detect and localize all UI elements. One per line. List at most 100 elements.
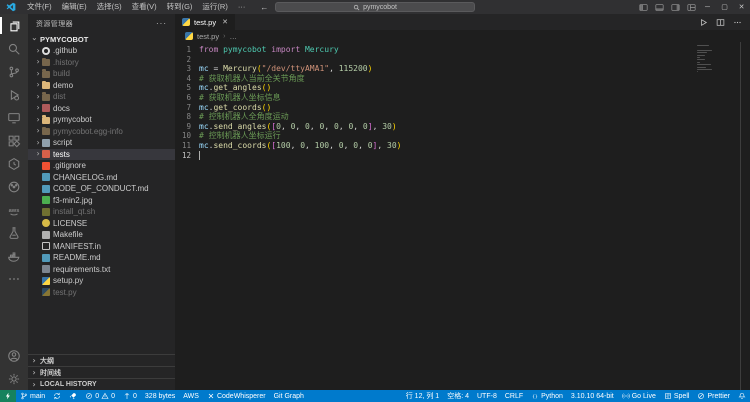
maximize-button[interactable]: ▢ bbox=[716, 0, 733, 14]
code-line-8[interactable]: 8 # 控制机器人全角度运动 bbox=[175, 112, 750, 122]
aws-status[interactable]: AWS bbox=[179, 390, 203, 402]
code-line-4[interactable]: 4 # 获取机器人当前全关节角度 bbox=[175, 74, 750, 84]
tree-folder-pymycobot.egg-info[interactable]: › pymycobot.egg-info bbox=[28, 126, 175, 138]
command-center-query: pymycobot bbox=[363, 3, 397, 11]
problems[interactable]: 00 bbox=[81, 390, 119, 402]
git-branch[interactable]: main bbox=[16, 390, 49, 402]
toggle-sidebar-icon[interactable] bbox=[635, 0, 651, 14]
codewhisperer-status[interactable]: CodeWhisperer bbox=[203, 390, 270, 402]
docker-icon[interactable] bbox=[0, 244, 28, 267]
menu-item[interactable]: 运行(R) bbox=[197, 0, 232, 14]
more-actions-button[interactable] bbox=[733, 18, 742, 27]
tree-folder-pymycobot[interactable]: › pymycobot bbox=[28, 114, 175, 126]
sidebar-section-大纲[interactable]: › 大纲 bbox=[28, 354, 175, 366]
tree-folder-build[interactable]: › build bbox=[28, 68, 175, 80]
back-button[interactable]: ← bbox=[260, 3, 268, 12]
indentation[interactable]: 空格: 4 bbox=[443, 390, 473, 402]
tree-file-LICENSE[interactable]: LICENSE bbox=[28, 218, 175, 230]
remote-explorer-icon[interactable] bbox=[0, 106, 28, 129]
resource-monitor-icon[interactable] bbox=[0, 152, 28, 175]
tree-file-requirements.txt[interactable]: requirements.txt bbox=[28, 264, 175, 276]
chevron-right-icon: › bbox=[31, 379, 37, 389]
menu-item[interactable]: ··· bbox=[233, 0, 251, 14]
tree-folder-tests[interactable]: › tests bbox=[28, 148, 175, 160]
sidebar-more-actions[interactable]: ··· bbox=[156, 19, 167, 28]
close-button[interactable]: ✕ bbox=[733, 0, 750, 14]
notifications[interactable] bbox=[734, 390, 750, 402]
tree-folder-script[interactable]: › script bbox=[28, 137, 175, 149]
tree-folder-.github[interactable]: › .github bbox=[28, 45, 175, 57]
sidebar-section-时间线[interactable]: › 时间线 bbox=[28, 366, 175, 378]
minimap[interactable] bbox=[697, 45, 714, 74]
toggle-panel-icon[interactable] bbox=[651, 0, 667, 14]
code-line-1[interactable]: 1 from pymycobot import Mercury bbox=[175, 45, 750, 55]
code-line-6[interactable]: 6 # 获取机器人坐标信息 bbox=[175, 93, 750, 103]
settings-icon[interactable] bbox=[0, 367, 28, 390]
tree-file-.gitignore[interactable]: .gitignore bbox=[28, 160, 175, 172]
code-line-7[interactable]: 7 mc.get_coords() bbox=[175, 103, 750, 113]
close-tab-icon[interactable]: ✕ bbox=[222, 18, 228, 26]
tree-file-test.py[interactable]: test.py bbox=[28, 287, 175, 299]
menu-item[interactable]: 编辑(E) bbox=[57, 0, 92, 14]
run-extension[interactable] bbox=[65, 390, 81, 402]
forwarded-ports[interactable]: 0 bbox=[119, 390, 141, 402]
tree-folder-dist[interactable]: › dist bbox=[28, 91, 175, 103]
sync-changes[interactable] bbox=[49, 390, 65, 402]
cursor-position[interactable]: 行 12, 列 1 bbox=[402, 390, 443, 402]
test-explorer-icon[interactable] bbox=[0, 221, 28, 244]
menu-item[interactable]: 转到(G) bbox=[162, 0, 198, 14]
tree-file-CODE_OF_CONDUCT.md[interactable]: CODE_OF_CONDUCT.md bbox=[28, 183, 175, 195]
menu-item[interactable]: 查看(V) bbox=[127, 0, 162, 14]
tree-folder-demo[interactable]: › demo bbox=[28, 80, 175, 92]
code-line-5[interactable]: 5 mc.get_angles() bbox=[175, 83, 750, 93]
tree-file-CHANGELOG.md[interactable]: CHANGELOG.md bbox=[28, 172, 175, 184]
search-icon[interactable] bbox=[0, 37, 28, 60]
breadcrumb[interactable]: test.py › … bbox=[175, 30, 750, 42]
code-line-2[interactable]: 2 bbox=[175, 55, 750, 65]
tree-file-install_qt.sh[interactable]: install_qt.sh bbox=[28, 206, 175, 218]
tree-file-f3-min2.jpg[interactable]: f3-min2.jpg bbox=[28, 195, 175, 207]
customize-layout-icon[interactable] bbox=[683, 0, 699, 14]
code-editor[interactable]: 1 from pymycobot import Mercury 2 3 mc = Mer… bbox=[175, 42, 750, 390]
tree-file-Makefile[interactable]: Makefile bbox=[28, 229, 175, 241]
minimize-button[interactable]: ─ bbox=[699, 0, 716, 14]
remote-indicator[interactable] bbox=[0, 390, 16, 402]
run-debug-icon[interactable] bbox=[0, 83, 28, 106]
toggle-secondary-sidebar-icon[interactable] bbox=[667, 0, 683, 14]
code-line-3[interactable]: 3 mc = Mercury("/dev/ttyAMA1", 115200) bbox=[175, 64, 750, 74]
more-views-icon[interactable] bbox=[0, 267, 28, 290]
encoding[interactable]: UTF-8 bbox=[473, 390, 501, 402]
source-control-icon[interactable] bbox=[0, 60, 28, 83]
tree-folder-.history[interactable]: › .history bbox=[28, 57, 175, 69]
code-line-12[interactable]: 12 bbox=[175, 150, 750, 161]
prettier-status[interactable]: Prettier bbox=[693, 390, 734, 402]
extensions-icon[interactable] bbox=[0, 129, 28, 152]
kubernetes-icon[interactable] bbox=[0, 175, 28, 198]
accounts-icon[interactable] bbox=[0, 344, 28, 367]
git-graph[interactable]: Git Graph bbox=[270, 390, 308, 402]
tree-folder-docs[interactable]: › docs bbox=[28, 103, 175, 115]
code-line-10[interactable]: 10 # 控制机器人坐标运行 bbox=[175, 131, 750, 141]
split-editor-button[interactable] bbox=[716, 18, 725, 27]
tab-test-py[interactable]: test.py ✕ bbox=[175, 14, 236, 30]
code-line-9[interactable]: 9 mc.send_angles([0, 0, 0, 0, 0, 0, 0], 3… bbox=[175, 122, 750, 132]
go-live[interactable]: Go Live bbox=[618, 390, 660, 402]
tree-root-pymycobot[interactable]: › PYMYCOBOT bbox=[28, 33, 175, 45]
sidebar-section-LOCAL HISTORY[interactable]: › LOCAL HISTORY bbox=[28, 378, 175, 390]
language-mode[interactable]: {} Python bbox=[527, 390, 567, 402]
spell-checker[interactable]: Spell bbox=[660, 390, 694, 402]
aws-toolkit-icon[interactable]: aws bbox=[0, 198, 28, 221]
code-line-11[interactable]: 11 mc.send_coords([100, 0, 100, 0, 0, 0],… bbox=[175, 141, 750, 151]
tree-file-MANIFEST.in[interactable]: MANIFEST.in bbox=[28, 241, 175, 253]
tree-file-setup.py[interactable]: setup.py bbox=[28, 275, 175, 287]
tree-file-README.md[interactable]: README.md bbox=[28, 252, 175, 264]
run-file-button[interactable] bbox=[699, 18, 708, 27]
python-interpreter[interactable]: 3.10.10 64-bit bbox=[567, 390, 618, 402]
menu-item[interactable]: 文件(F) bbox=[22, 0, 57, 14]
file-size[interactable]: 328 bytes bbox=[141, 390, 179, 402]
explorer-icon[interactable] bbox=[0, 14, 28, 37]
command-center-search[interactable]: pymycobot bbox=[275, 2, 475, 12]
editor-scrollbar[interactable] bbox=[740, 42, 741, 390]
eol-sequence[interactable]: CRLF bbox=[501, 390, 527, 402]
menu-item[interactable]: 选择(S) bbox=[92, 0, 127, 14]
